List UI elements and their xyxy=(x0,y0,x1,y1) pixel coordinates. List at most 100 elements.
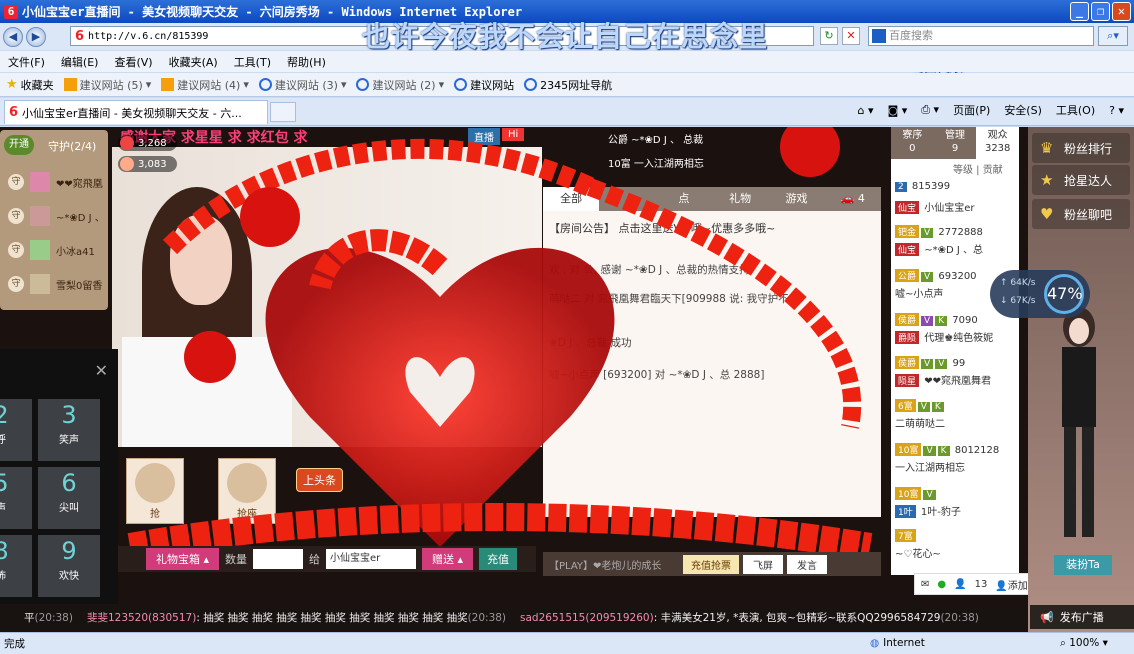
fav-link-4[interactable]: 建议网站 (2) ▾ xyxy=(356,77,444,93)
print-icon[interactable]: ⎙ ▾ xyxy=(921,103,939,117)
menu-favorites[interactable]: 收藏夹(A) xyxy=(169,54,218,70)
audience-user[interactable]: 2 815399 xyxy=(895,181,950,192)
ticker-item[interactable]: 斐斐123520(830517): 抽奖 抽奖 抽奖 抽奖 抽奖 抽奖 抽奖 抽… xyxy=(87,610,506,625)
tab-3[interactable]: 点 xyxy=(656,187,712,211)
mail-icon[interactable]: ✉ xyxy=(921,579,929,590)
chat-input[interactable]: 【PLAY】❤老炮儿的成长 xyxy=(549,557,679,572)
tab-order[interactable]: 寮序 0 xyxy=(891,127,934,159)
headline-button[interactable]: 上头条 xyxy=(296,468,343,492)
audience-user[interactable]: 爵陨 代理♚纯色筱妮 xyxy=(895,329,993,344)
audience-user[interactable]: 6富 V K xyxy=(895,399,946,412)
guard-member[interactable]: 守雪梨0留香 xyxy=(8,274,102,294)
audience-user[interactable]: 1叶 1叶-豹子 xyxy=(895,503,961,518)
fan-ranking-button[interactable]: ♛ 粉丝排行 xyxy=(1032,133,1130,163)
fly-screen-button[interactable]: 飞屏 xyxy=(743,554,783,574)
browser-tab[interactable]: 6 小仙宝宝er直播间 - 美女视频聊天交友 - 六... xyxy=(4,100,268,124)
search-input[interactable]: 百度搜索 xyxy=(868,26,1094,46)
security-zone[interactable]: ◍ Internet xyxy=(870,637,925,649)
fav-link-2[interactable]: 建议网站 (4) ▾ xyxy=(161,77,249,93)
search-button[interactable]: ⌕▾ xyxy=(1098,26,1128,46)
tab-car[interactable]: 🚗 4 xyxy=(825,187,881,211)
audience-user[interactable]: 仙宝 ~*❀D J 、总 xyxy=(895,241,983,256)
menu-tools[interactable]: 工具(T) xyxy=(234,54,271,70)
guard-member[interactable]: 守 ❤❤窕飛凰 xyxy=(8,172,103,192)
ticker-item[interactable]: sad2651515(209519260): 丰满美女21岁, *表演, 包爽~… xyxy=(520,610,979,625)
keypad-key[interactable]: 6 尖叫 xyxy=(38,467,100,529)
fav-link-2345[interactable]: 2345网址导航 xyxy=(524,77,612,93)
audience-user[interactable]: 仙宝 小仙宝宝er xyxy=(895,199,974,214)
live-video[interactable] xyxy=(112,147,542,447)
audience-user[interactable]: 陨星 ❤❤窕飛凰舞君 xyxy=(895,372,991,387)
publish-broadcast-button[interactable]: 📢 发布广播 xyxy=(1030,605,1134,629)
recharge-grab-button[interactable]: 充值抢票 xyxy=(683,554,739,574)
check-icon[interactable]: ● xyxy=(937,579,946,590)
dress-button[interactable]: 装扮Ta xyxy=(1054,555,1112,575)
home-icon[interactable]: ⌂ ▾ xyxy=(858,104,874,117)
room-announcement[interactable]: 【房间公告】 点击这里送VIP哦~优惠多多哦~ xyxy=(549,220,775,236)
rank-contrib[interactable]: 贡献 xyxy=(983,165,1003,176)
close-icon[interactable]: ✕ xyxy=(95,361,108,380)
forward-button[interactable]: ▶ xyxy=(26,26,46,47)
tab-gifts[interactable]: 礼物 xyxy=(712,187,768,211)
menu-view[interactable]: 查看(V) xyxy=(114,54,152,70)
send-gift-button[interactable]: 赠送 ▴ xyxy=(422,548,474,570)
gift-box-button[interactable]: 礼物宝箱 ▴ xyxy=(146,548,220,570)
maximize-button[interactable]: ❐ xyxy=(1091,2,1110,21)
audience-user[interactable]: 侯爵 V K 7090 xyxy=(895,313,978,326)
fan-chat-button[interactable]: ♥ 粉丝聊吧 xyxy=(1032,199,1130,229)
tab-all[interactable]: 全部 xyxy=(543,187,600,211)
open-guard-button[interactable]: 开通 xyxy=(4,135,34,155)
page-menu[interactable]: 页面(P) xyxy=(953,102,990,118)
recipient-select[interactable]: 小仙宝宝er xyxy=(326,549,417,569)
fav-link-3[interactable]: 建议网站 (3) ▾ xyxy=(258,77,346,93)
guard-member[interactable]: 守 ~*❀D J 、 xyxy=(8,206,105,226)
keypad-key[interactable]: 2呼 xyxy=(0,399,32,461)
refresh-button[interactable]: ↻ xyxy=(820,27,838,45)
keypad-key[interactable]: 5声 xyxy=(0,467,32,529)
audience-user[interactable]: 侯爵 V V 99 xyxy=(895,356,965,369)
menu-file[interactable]: 文件(F) xyxy=(8,54,45,70)
audience-user[interactable]: 一入江湖两相忘 xyxy=(895,459,965,474)
audience-user[interactable]: ~♡花心~ xyxy=(895,545,941,560)
ticker-item[interactable]: 平(20:38) xyxy=(24,610,73,625)
keypad-key[interactable]: 3 笑声 xyxy=(38,399,100,461)
back-button[interactable]: ◀ xyxy=(3,26,23,47)
seat-1[interactable]: 抢 xyxy=(126,458,184,524)
stop-button[interactable]: ✕ xyxy=(842,27,860,45)
audience-user[interactable]: 10富 V K 8012128 xyxy=(895,443,999,456)
seat-2[interactable]: 抢座 xyxy=(218,458,276,524)
fav-link-5[interactable]: 建议网站 xyxy=(454,77,514,93)
tab-games[interactable]: 游戏 xyxy=(768,187,824,211)
guard-member[interactable]: 守小冰a41 xyxy=(8,240,95,260)
minimize-button[interactable]: _ xyxy=(1070,2,1089,21)
keypad-key[interactable]: 9 欢快 xyxy=(38,535,100,597)
audience-user[interactable]: 嘘~小点声 xyxy=(895,285,943,300)
fav-link-1[interactable]: 建议网站 (5) ▾ xyxy=(63,77,151,93)
menu-bar: 文件(F) 编辑(E) 查看(V) 收藏夹(A) 工具(T) 帮助(H) xyxy=(0,51,1134,72)
quantity-input[interactable] xyxy=(253,549,304,569)
tab-audience[interactable]: 观众 3238 xyxy=(976,127,1020,159)
favorites-button[interactable]: ★ 收藏夹 xyxy=(6,77,54,93)
tab-2[interactable] xyxy=(599,187,655,211)
safety-menu[interactable]: 安全(S) xyxy=(1004,102,1042,118)
audience-user[interactable]: 公爵 V 693200 xyxy=(895,269,977,282)
rank-level[interactable]: 等级 xyxy=(953,165,973,176)
feeds-icon[interactable]: ◙ ▾ xyxy=(888,104,908,117)
tab-admin[interactable]: 管理 9 xyxy=(933,127,977,159)
audience-user[interactable]: 7富 xyxy=(895,529,918,542)
audience-user[interactable]: 钯金 V 2772888 xyxy=(895,225,983,238)
menu-edit[interactable]: 编辑(E) xyxy=(61,54,99,70)
close-button[interactable]: ✕ xyxy=(1112,2,1131,21)
add-button[interactable]: 👤添加 xyxy=(995,577,1027,592)
speak-button[interactable]: 发言 xyxy=(787,554,827,574)
audience-user[interactable]: 10富 V xyxy=(895,487,938,500)
menu-help[interactable]: 帮助(H) xyxy=(287,54,326,70)
audience-user[interactable]: 二萌萌哒二 xyxy=(895,415,945,430)
new-tab-button[interactable] xyxy=(270,102,296,122)
help-icon[interactable]: ? ▾ xyxy=(1109,104,1124,117)
recharge-button[interactable]: 充值 xyxy=(479,548,518,570)
zoom-control[interactable]: ⌕ 100% ▾ xyxy=(1060,637,1108,650)
star-grabber-button[interactable]: ★ 抢星达人 xyxy=(1032,165,1130,195)
keypad-key[interactable]: 8怖 xyxy=(0,535,32,597)
tools-menu[interactable]: 工具(O) xyxy=(1056,102,1095,118)
